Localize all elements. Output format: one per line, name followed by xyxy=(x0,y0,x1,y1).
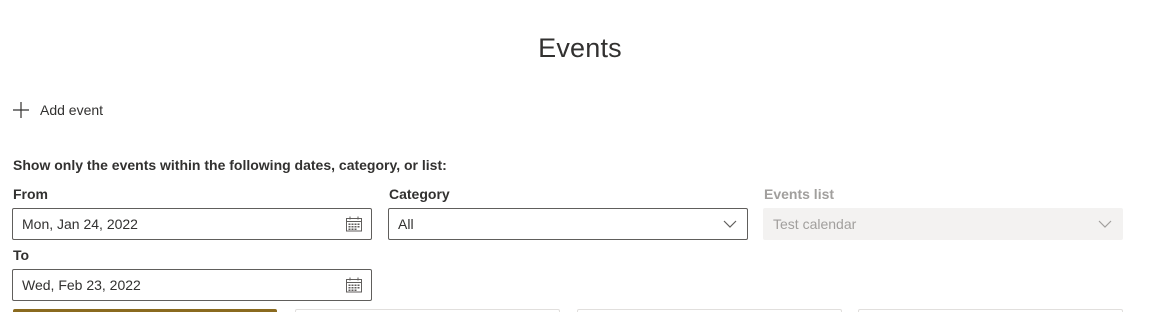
events-page: Events Add event Show only the events wi… xyxy=(0,0,1152,312)
category-value: All xyxy=(398,216,414,232)
category-dropdown[interactable]: All xyxy=(388,208,748,240)
chevron-down-icon xyxy=(1096,215,1114,233)
chevron-down-icon xyxy=(721,215,739,233)
to-date-picker[interactable]: Wed, Feb 23, 2022 xyxy=(12,269,372,301)
to-label: To xyxy=(13,247,30,263)
calendar-icon[interactable] xyxy=(345,276,363,294)
plus-icon xyxy=(12,101,30,119)
add-event-label: Add event xyxy=(40,102,104,118)
calendar-icon[interactable] xyxy=(345,215,363,233)
events-list-label: Events list xyxy=(764,186,835,202)
to-date-value: Wed, Feb 23, 2022 xyxy=(22,277,141,293)
events-list-value: Test calendar xyxy=(773,216,857,232)
events-list-dropdown: Test calendar xyxy=(763,208,1123,240)
page-title: Events xyxy=(538,33,622,63)
filter-heading: Show only the events within the followin… xyxy=(13,157,447,173)
from-date-picker[interactable]: Mon, Jan 24, 2022 xyxy=(12,208,372,240)
add-event-button[interactable]: Add event xyxy=(12,98,103,122)
from-label: From xyxy=(13,186,48,202)
category-label: Category xyxy=(389,186,450,202)
from-date-value: Mon, Jan 24, 2022 xyxy=(22,216,138,232)
